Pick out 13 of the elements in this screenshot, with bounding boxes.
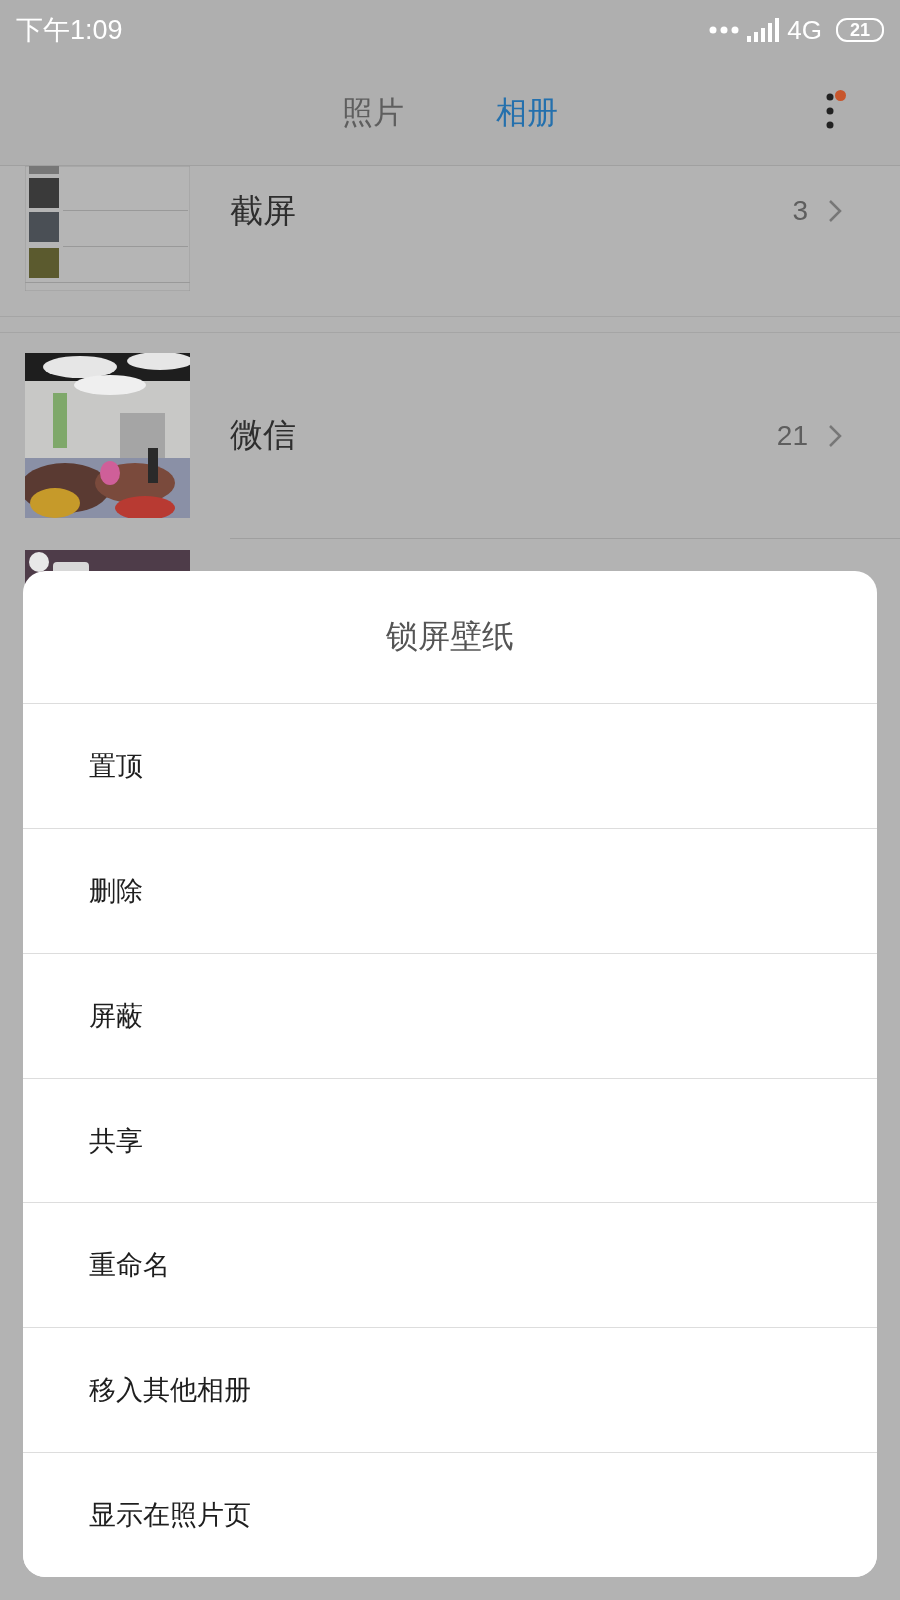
album-row[interactable]: 微信 21 <box>0 332 900 538</box>
chevron-right-icon <box>828 199 842 223</box>
status-time: 下午1:09 <box>16 14 123 47</box>
photo-count: 3 <box>792 195 808 227</box>
photo-count: 21 <box>776 419 808 452</box>
album-row[interactable]: 截屏 3 <box>0 166 900 317</box>
signal-icon <box>747 18 780 42</box>
network-label: 4G <box>787 14 822 46</box>
battery-icon: 21 <box>835 18 884 42</box>
album-name: 截屏 <box>230 189 297 232</box>
more-dots-icon <box>709 25 740 35</box>
chevron-right-icon <box>828 423 842 448</box>
album-name: 微信 <box>230 414 297 456</box>
